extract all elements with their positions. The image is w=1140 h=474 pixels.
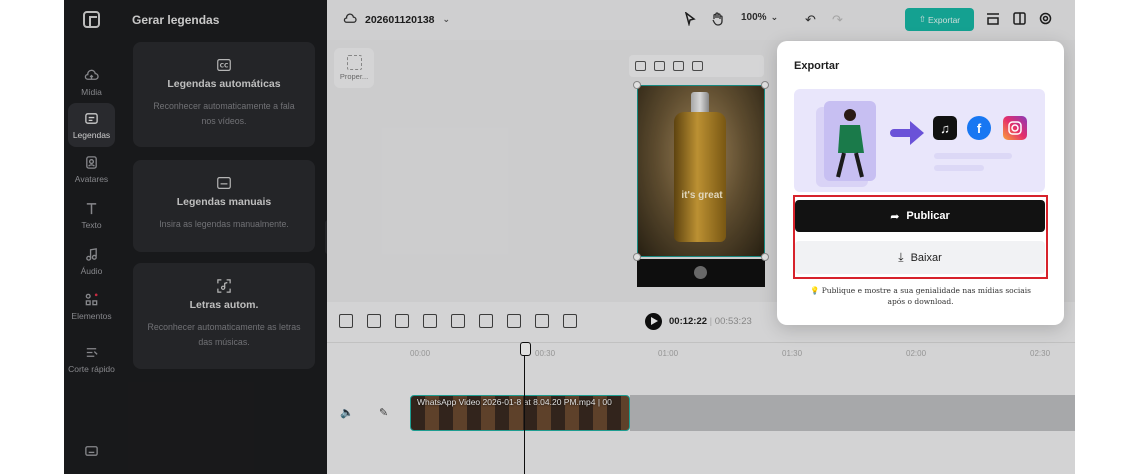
export-illustration: ♫ f: [794, 89, 1045, 192]
arrow-icon: [890, 121, 924, 145]
publish-button[interactable]: ➦ Publicar: [795, 200, 1045, 232]
publish-label: Publicar: [906, 210, 950, 222]
placeholder-line: [934, 165, 984, 171]
popup-footer: 💡 Publique e mostre a sua genialidade na…: [807, 285, 1034, 307]
share-arrow-icon: ➦: [890, 210, 900, 223]
facebook-icon: f: [967, 116, 991, 140]
tiktok-icon: ♫: [933, 116, 957, 140]
person-illustration: [836, 109, 864, 178]
lightbulb-icon: 💡: [809, 286, 820, 295]
popup-title: Exportar: [794, 60, 840, 72]
export-popup: Exportar ♫ f ➦ Publicar ⤓ Baixar 💡 Publi…: [777, 41, 1064, 325]
download-button[interactable]: ⤓ Baixar: [795, 241, 1045, 274]
instagram-icon: [1003, 116, 1027, 140]
download-label: Baixar: [910, 251, 942, 264]
footer-text: Publique e mostre a sua genialidade nas …: [821, 286, 1032, 306]
illustration-card: [824, 101, 876, 181]
download-icon: ⤓: [898, 250, 904, 264]
video-editor-app: Mídia Legendas Avatares Texto Áudio Elem…: [64, 0, 1075, 474]
placeholder-line: [934, 153, 1012, 159]
